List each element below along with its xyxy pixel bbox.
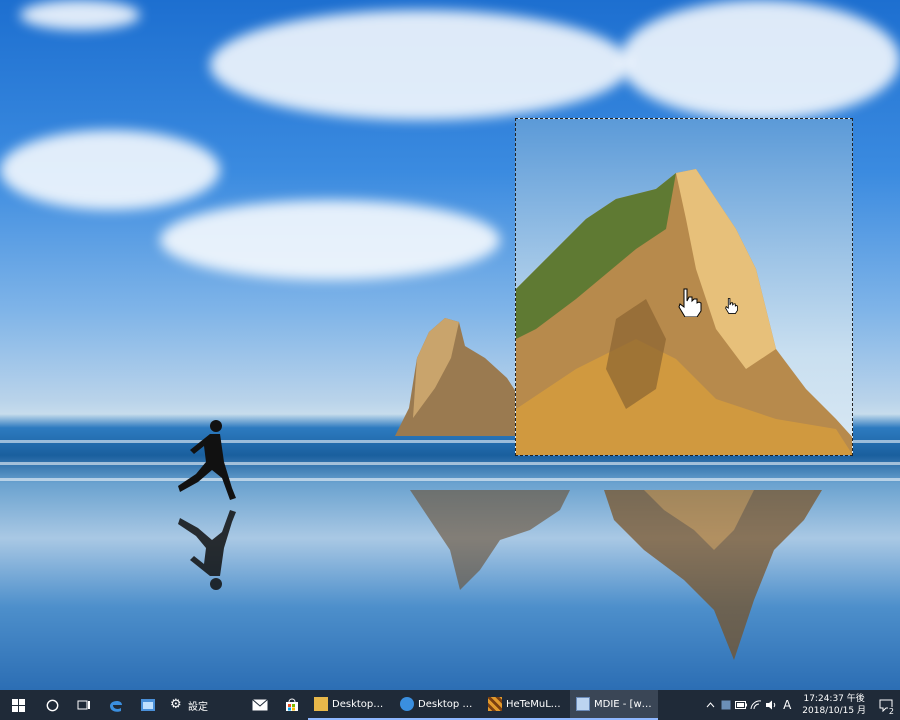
- cortana-circle-icon: [46, 699, 58, 711]
- clock-button[interactable]: 17:24:37 午後 2018/10/15 月: [796, 693, 872, 717]
- chevron-up-icon: [706, 702, 715, 708]
- taskbar-app-hetemulu[interactable]: HeTeMuLu Cr...: [482, 690, 570, 720]
- cloud: [210, 10, 630, 120]
- wifi-icon: [750, 700, 761, 710]
- task-view-button[interactable]: [68, 690, 100, 720]
- app-label: MDIE - [wallp...: [594, 698, 652, 710]
- notification-count-badge: 2: [887, 707, 895, 716]
- taskbar-app-desktop-appli[interactable]: Desktop Appli...: [394, 690, 482, 720]
- taskbar-app-desktopzoom[interactable]: Desktopzoom...: [308, 690, 394, 720]
- mdie-window-icon: [576, 697, 590, 711]
- clock-time: 17:24:37 午後: [803, 694, 865, 704]
- tray-app-button[interactable]: [718, 690, 733, 720]
- show-hidden-icons-button[interactable]: [703, 690, 718, 720]
- refresh-globe-icon: [400, 697, 414, 711]
- tray-window-icon: [721, 700, 731, 710]
- wave: [0, 462, 900, 465]
- start-button[interactable]: [0, 690, 36, 720]
- mail-icon: [252, 699, 268, 711]
- pinned-app-button[interactable]: [132, 690, 164, 720]
- taskbar-settings-app[interactable]: ⚙ 設定: [164, 690, 244, 720]
- folder-icon: [314, 697, 328, 711]
- pattern-app-icon: [488, 697, 502, 711]
- task-view-icon: [77, 700, 90, 710]
- zoom-rock-reflection: [604, 490, 822, 660]
- store-button[interactable]: [276, 690, 308, 720]
- app-window-icon: [141, 699, 155, 711]
- windows-logo-icon: [11, 698, 25, 712]
- app-label: HeTeMuLu Cr...: [506, 698, 564, 710]
- app-label: Desktopzoom...: [332, 698, 388, 710]
- hand-cursor-icon: [678, 288, 702, 317]
- mail-button[interactable]: [244, 690, 276, 720]
- edge-browser-button[interactable]: [100, 690, 132, 720]
- battery-icon: [734, 701, 747, 709]
- system-tray: A 17:24:37 午後 2018/10/15 月 2: [703, 690, 900, 720]
- clock-date: 2018/10/15 月: [802, 706, 866, 716]
- battery-button[interactable]: [733, 690, 748, 720]
- rock-reflection-image: [410, 490, 570, 590]
- cortana-search-button[interactable]: [36, 690, 68, 720]
- cloud: [160, 200, 500, 280]
- network-button[interactable]: [748, 690, 763, 720]
- ime-mode-label: A: [783, 698, 792, 712]
- runner-reflection: [178, 510, 236, 590]
- ime-mode-button[interactable]: A: [778, 690, 796, 720]
- cloud: [20, 0, 140, 30]
- zoom-magnifier-window[interactable]: [515, 118, 853, 456]
- settings-label: 設定: [188, 701, 208, 713]
- edge-icon: [110, 700, 122, 712]
- gear-icon: ⚙: [170, 697, 182, 712]
- volume-button[interactable]: [763, 690, 778, 720]
- taskbar-app-mdie[interactable]: MDIE - [wallp...: [570, 690, 658, 720]
- rock-image: [395, 318, 520, 436]
- cloud: [0, 130, 220, 210]
- store-bag-icon: [286, 698, 298, 711]
- hand-cursor-small-icon: [725, 298, 738, 314]
- app-label: Desktop Appli...: [418, 698, 476, 710]
- runner-silhouette: [178, 420, 236, 500]
- wave: [0, 478, 900, 481]
- cloud: [620, 0, 900, 120]
- speaker-icon: [765, 700, 776, 710]
- taskbar: ⚙ 設定 Desktopzoom... Desktop Appli... HeT…: [0, 690, 900, 720]
- action-center-button[interactable]: 2: [872, 690, 900, 720]
